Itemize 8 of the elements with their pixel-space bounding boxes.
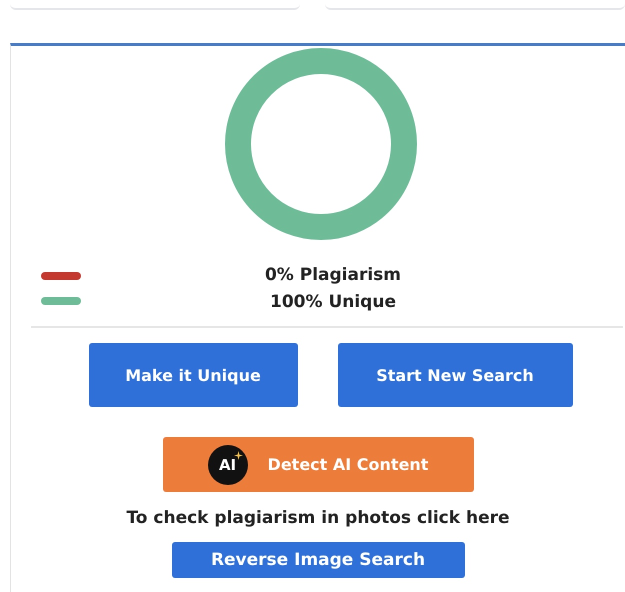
action-button[interactable]: Make it Unique xyxy=(88,343,298,407)
photo-hint-text: To check plagiarism in photos click here xyxy=(126,508,510,528)
detect-ai-button[interactable]: AI Detect AI Content xyxy=(162,437,474,492)
ai-badge-icon: AI xyxy=(208,444,248,484)
legend-label: 0% Plagiarism xyxy=(264,264,402,287)
reverse-image-search-button[interactable]: Reverse Image Search xyxy=(172,542,464,578)
action-button[interactable]: Start New Search xyxy=(338,343,572,407)
legend-label: 100% Unique xyxy=(270,291,396,314)
